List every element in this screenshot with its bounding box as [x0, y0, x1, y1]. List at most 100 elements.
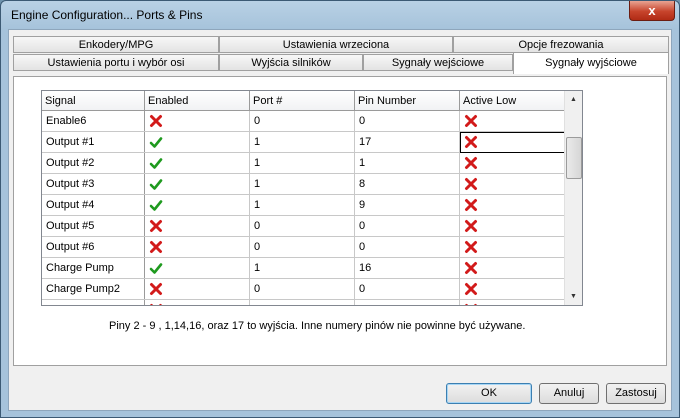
table-row[interactable]: Current Hi/Low 00	[42, 299, 565, 305]
pin-number-cell[interactable]: 1	[354, 152, 460, 174]
signal-cell[interactable]: Output #6	[42, 236, 145, 258]
x-icon	[464, 262, 478, 274]
enabled-cell[interactable]	[144, 152, 250, 174]
engine-config-window: Engine Configuration... Ports & Pins x E…	[0, 0, 680, 418]
pin-number-cell[interactable]: 16	[354, 257, 460, 279]
pin-number-cell[interactable]: 0	[354, 299, 460, 305]
enabled-cell[interactable]	[144, 257, 250, 279]
tab-wyjscia-silnikow[interactable]: Wyjścia silników	[219, 54, 363, 71]
pin-number-cell[interactable]: 9	[354, 194, 460, 216]
enabled-cell[interactable]	[144, 278, 250, 300]
enabled-cell[interactable]	[144, 215, 250, 237]
check-icon	[149, 178, 163, 190]
check-icon	[149, 136, 163, 148]
signal-cell[interactable]: Output #5	[42, 215, 145, 237]
signal-cell[interactable]: Charge Pump	[42, 257, 145, 279]
pin-number-cell[interactable]: 0	[354, 278, 460, 300]
output-signals-grid[interactable]: Signal Enabled Port # Pin Number Active …	[41, 90, 583, 306]
signal-cell[interactable]: Enable6	[42, 110, 145, 132]
pin-number-cell[interactable]: 17	[354, 131, 460, 153]
port-cell[interactable]: 1	[249, 131, 355, 153]
pin-number-cell[interactable]: 0	[354, 110, 460, 132]
enabled-cell[interactable]	[144, 131, 250, 153]
scroll-up-icon[interactable]: ▲	[565, 91, 582, 108]
enabled-cell[interactable]	[144, 110, 250, 132]
column-header-pin-number[interactable]: Pin Number	[354, 91, 460, 111]
table-row[interactable]: Output #5 0 0	[42, 215, 565, 237]
pin-number-cell[interactable]: 8	[354, 173, 460, 195]
table-row[interactable]: Output #6 0 0	[42, 236, 565, 258]
x-icon	[149, 283, 163, 295]
port-cell[interactable]: 1	[249, 152, 355, 174]
ok-button[interactable]: OK	[446, 383, 532, 404]
port-cell[interactable]: 1	[249, 194, 355, 216]
tab-sygnaly-wyjsciowe[interactable]: Sygnały wyjściowe	[513, 52, 669, 74]
enabled-cell[interactable]	[144, 299, 250, 305]
active-low-cell[interactable]	[459, 278, 565, 300]
apply-button[interactable]: Zastosuj	[606, 383, 666, 404]
table-row[interactable]: Output #2 1 1	[42, 152, 565, 174]
scroll-thumb[interactable]	[566, 137, 582, 179]
active-low-cell[interactable]	[459, 215, 565, 237]
check-icon	[149, 199, 163, 211]
active-low-cell[interactable]	[459, 110, 565, 132]
x-icon	[464, 241, 478, 253]
signal-cell[interactable]: Output #3	[42, 173, 145, 195]
dialog-client-area: Enkodery/MPG Ustawienia wrzeciona Opcje …	[8, 29, 672, 411]
signal-cell[interactable]: Output #1	[42, 131, 145, 153]
active-low-cell[interactable]	[459, 173, 565, 195]
pin-number-cell[interactable]: 0	[354, 236, 460, 258]
column-header-enabled[interactable]: Enabled	[144, 91, 250, 111]
x-icon	[464, 178, 478, 190]
table-row[interactable]: Charge Pump 1 16	[42, 257, 565, 279]
tab-opcje-frezowania[interactable]: Opcje frezowania	[453, 36, 669, 53]
active-low-cell[interactable]	[459, 194, 565, 216]
signal-cell[interactable]: Charge Pump2	[42, 278, 145, 300]
active-low-cell[interactable]	[459, 257, 565, 279]
signal-cell[interactable]: Output #4	[42, 194, 145, 216]
port-cell[interactable]: 0	[249, 299, 355, 305]
port-cell[interactable]: 0	[249, 236, 355, 258]
column-header-port[interactable]: Port #	[249, 91, 355, 111]
column-header-active-low[interactable]: Active Low	[459, 91, 565, 111]
tab-ustawienia-portu[interactable]: Ustawienia portu i wybór osi	[13, 54, 219, 71]
cancel-button[interactable]: Anuluj	[539, 383, 599, 404]
tab-sygnaly-wejsciowe[interactable]: Sygnały wejściowe	[363, 54, 513, 71]
port-cell[interactable]: 1	[249, 173, 355, 195]
check-icon	[149, 157, 163, 169]
active-low-cell[interactable]	[459, 131, 565, 153]
active-low-cell[interactable]	[459, 152, 565, 174]
port-cell[interactable]: 0	[249, 215, 355, 237]
table-row[interactable]: Enable6 0 0	[42, 110, 565, 132]
tab-ustawienia-wrzeciona[interactable]: Ustawienia wrzeciona	[219, 36, 453, 53]
enabled-cell[interactable]	[144, 173, 250, 195]
table-row[interactable]: Charge Pump2 0 0	[42, 278, 565, 300]
x-icon	[464, 157, 478, 169]
x-icon	[464, 136, 478, 148]
close-button[interactable]: x	[629, 1, 675, 21]
enabled-cell[interactable]	[144, 236, 250, 258]
table-row[interactable]: Output #3 1 8	[42, 173, 565, 195]
title-bar[interactable]: Engine Configuration... Ports & Pins x	[1, 1, 679, 29]
port-cell[interactable]: 0	[249, 278, 355, 300]
window-title: Engine Configuration... Ports & Pins	[11, 8, 203, 22]
column-header-signal[interactable]: Signal	[42, 91, 145, 111]
table-row[interactable]: Output #4 1 9	[42, 194, 565, 216]
scroll-down-icon[interactable]: ▼	[565, 288, 582, 305]
active-low-cell[interactable]	[459, 236, 565, 258]
active-low-cell[interactable]	[459, 299, 565, 305]
tab-enkodery-mpg[interactable]: Enkodery/MPG	[13, 36, 219, 53]
port-cell[interactable]: 1	[249, 257, 355, 279]
pin-number-cell[interactable]: 0	[354, 215, 460, 237]
grid-vertical-scrollbar[interactable]: ▲ ▼	[564, 91, 582, 305]
port-cell[interactable]: 0	[249, 110, 355, 132]
x-icon	[464, 220, 478, 232]
signal-cell[interactable]: Output #2	[42, 152, 145, 174]
x-icon	[464, 304, 478, 305]
x-icon	[149, 220, 163, 232]
signal-cell[interactable]: Current Hi/Low	[42, 299, 145, 305]
x-icon	[464, 283, 478, 295]
x-icon	[149, 241, 163, 253]
table-row[interactable]: Output #1 1 17	[42, 131, 565, 153]
enabled-cell[interactable]	[144, 194, 250, 216]
